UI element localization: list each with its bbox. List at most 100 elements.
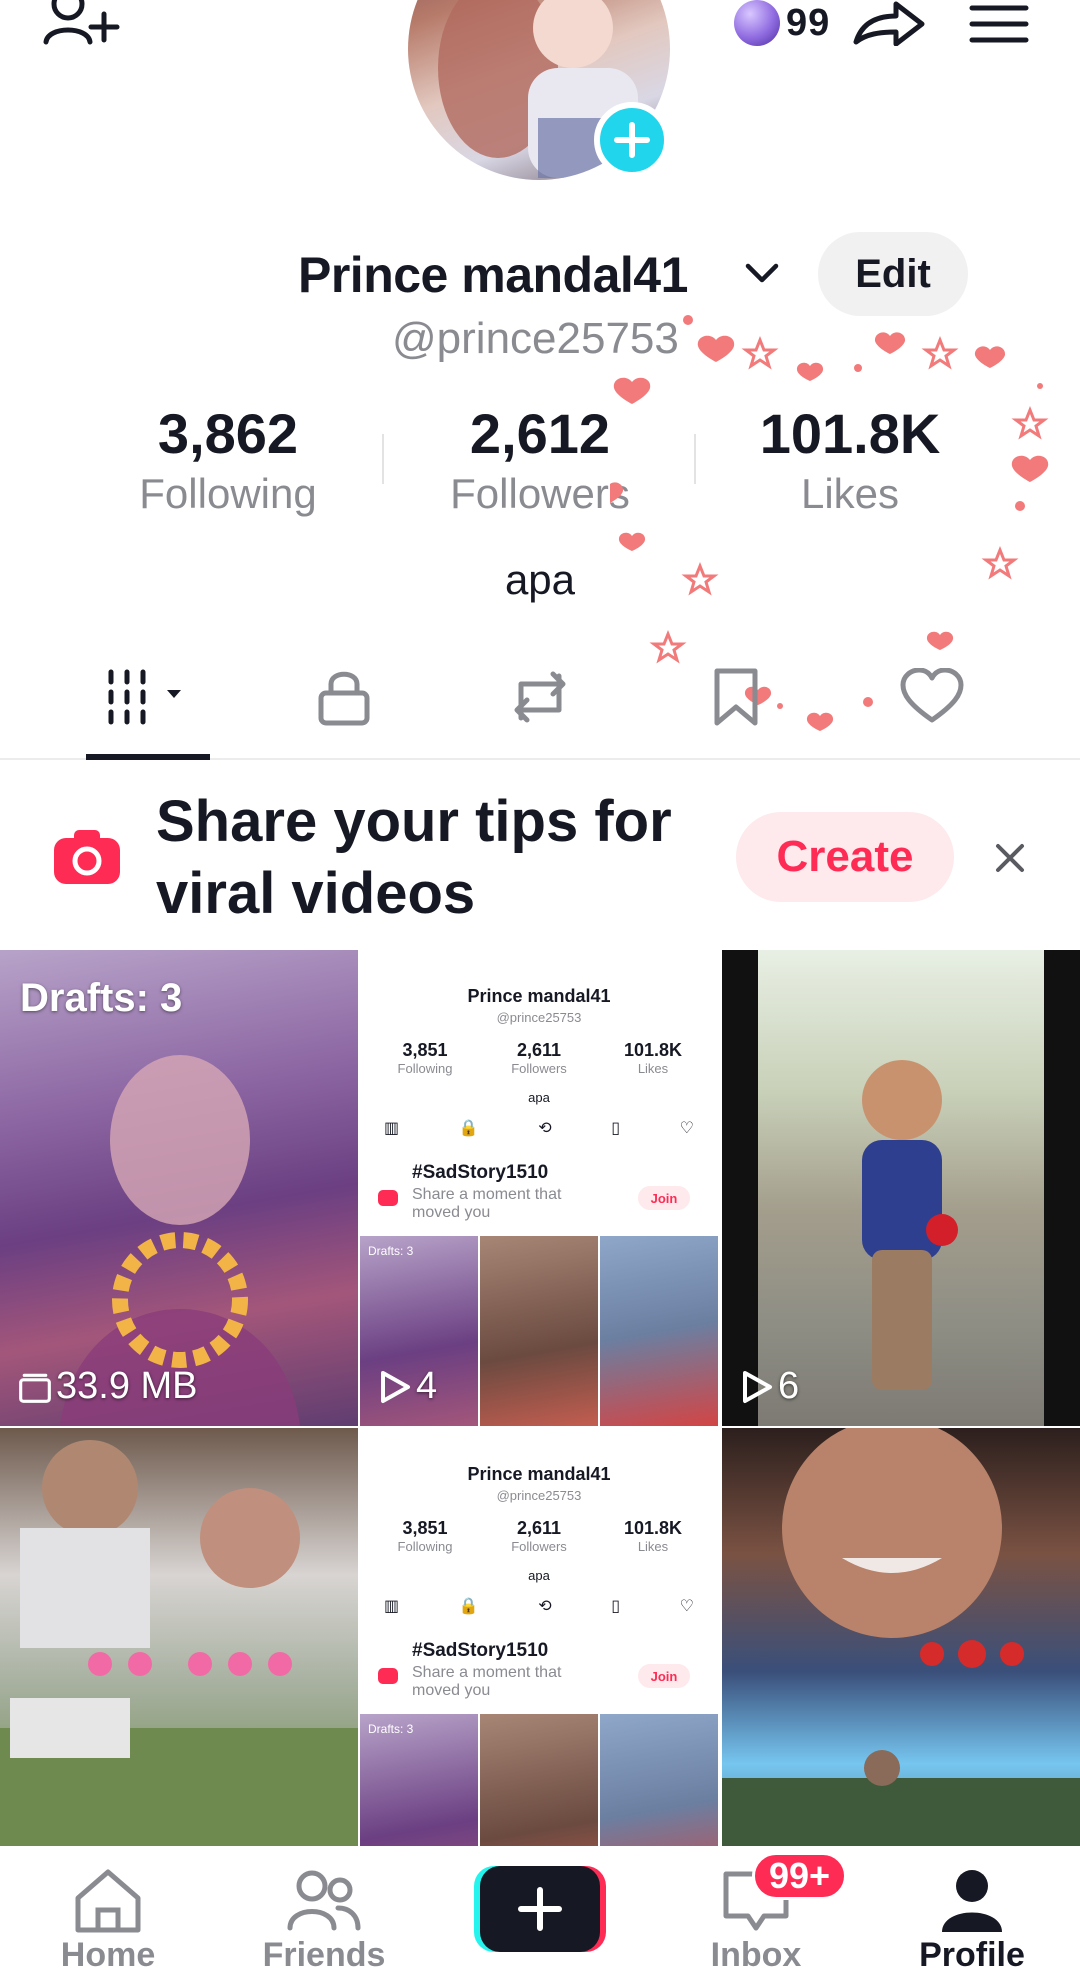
nav-friends[interactable]: Friends <box>224 1846 424 1984</box>
menu-icon[interactable] <box>968 4 1030 44</box>
video-grid: Drafts: 3 33.9 MB Prince mandal41 @princ… <box>0 950 1080 1848</box>
mini-following-label: Following <box>397 1539 453 1554</box>
mini-stats: 3,851 Following 2,611 Followers 101.8K Like… <box>360 1040 718 1080</box>
tab-reposts[interactable] <box>480 662 600 732</box>
drafts-folder-icon <box>19 1373 51 1403</box>
inbox-badge: 99+ <box>752 1852 848 1900</box>
video-tile[interactable] <box>0 1428 358 1848</box>
active-tab-indicator <box>86 754 210 760</box>
lock-icon <box>318 671 370 726</box>
tab-videos[interactable] <box>88 662 208 732</box>
tab-favorites[interactable] <box>676 662 796 732</box>
mini-hashtag: #SadStory1510 <box>412 1640 549 1661</box>
mini-likes: 101.8K <box>623 1040 683 1060</box>
profile-icon <box>942 1870 1002 1932</box>
mini-username: @prince25753 <box>496 1010 582 1025</box>
plus-icon <box>614 122 650 158</box>
close-icon[interactable] <box>990 838 1030 878</box>
promo-text: Share your tips for viral videos <box>156 789 672 926</box>
bottom-nav: Home Friends 99+ Inbox Profile <box>0 1846 1080 1984</box>
mini-join-button: Join <box>638 1664 690 1688</box>
followers-label: Followers <box>450 470 630 517</box>
stat-following[interactable]: 3,862 Following <box>88 400 368 520</box>
stat-likes[interactable]: 101.8K Likes <box>710 400 990 520</box>
drafts-size: 33.9 MB <box>18 1365 198 1408</box>
following-label: Following <box>139 470 317 517</box>
tab-private[interactable] <box>284 662 404 732</box>
mini-camera-icon <box>378 1190 398 1206</box>
drafts-size-value: 33.9 MB <box>56 1365 198 1407</box>
mini-tabs: ▥ 🔒 ⟲ ▯ ♡ <box>384 1120 694 1137</box>
video-tile[interactable] <box>722 1428 1080 1848</box>
mini-display-name: Prince mandal41 <box>467 1464 611 1484</box>
create-plus-body <box>480 1866 600 1952</box>
mini-join-button: Join <box>638 1186 690 1210</box>
mini-username: @prince25753 <box>496 1488 582 1503</box>
video-thumbnail <box>0 1440 358 1848</box>
add-avatar-button[interactable] <box>594 102 670 178</box>
stat-followers[interactable]: 2,612 Followers <box>400 400 680 520</box>
mini-drafts-label: Drafts: 3 <box>368 1722 414 1736</box>
tab-liked[interactable] <box>872 662 992 732</box>
nav-profile[interactable]: Profile <box>872 1846 1072 1984</box>
nav-profile-label: Profile <box>919 1936 1025 1974</box>
create-button[interactable]: Create <box>736 812 954 902</box>
mini-bio: apa <box>528 1090 550 1105</box>
mini-tabs: ▥ 🔒 ⟲ ▯ ♡ <box>384 1598 694 1615</box>
profile-name-row: Prince mandal41 Edit <box>0 232 1080 316</box>
mini-thumbs <box>360 1714 718 1848</box>
mini-bio: apa <box>528 1568 550 1583</box>
video-tile[interactable]: 6 <box>722 950 1080 1426</box>
nav-inbox-label: Inbox <box>710 1936 802 1974</box>
likes-count: 101.8K <box>759 402 941 465</box>
profile-stats: 3,862 Following 2,612 Followers 101.8K L… <box>0 400 1080 520</box>
drafts-tile[interactable]: Drafts: 3 33.9 MB <box>0 950 358 1426</box>
share-icon[interactable] <box>852 0 926 46</box>
play-icon <box>743 1370 772 1403</box>
edit-profile-button[interactable]: Edit <box>818 232 968 316</box>
view-count-value: 4 <box>416 1365 438 1407</box>
content-tabs <box>0 650 1080 760</box>
stat-divider <box>694 434 696 484</box>
mini-likes: 101.8K <box>623 1518 683 1538</box>
view-count: 6 <box>740 1365 799 1408</box>
followers-count: 2,612 <box>469 402 611 465</box>
chevron-down-icon[interactable] <box>744 258 780 288</box>
mini-camera-icon <box>378 1668 398 1684</box>
coins-count: 99 <box>786 1 831 44</box>
nav-home[interactable]: Home <box>8 1846 208 1984</box>
add-friend-icon[interactable] <box>40 0 120 50</box>
mini-likes-label: Likes <box>637 1539 669 1554</box>
create-video-button[interactable] <box>474 1866 606 1952</box>
mini-followers: 2,611 <box>516 1040 562 1060</box>
video-thumbnail <box>722 950 1080 1426</box>
mini-subtitle: Share a moment that moved you <box>412 1664 562 1699</box>
mini-likes-label: Likes <box>637 1061 669 1076</box>
username: @prince25753 <box>392 314 679 363</box>
mini-following: 3,851 <box>402 1518 448 1538</box>
draft-thumbnail <box>60 1055 300 1426</box>
mini-followers: 2,611 <box>516 1518 562 1538</box>
stat-divider <box>382 434 384 484</box>
camera-icon <box>54 830 120 884</box>
likes-label: Likes <box>800 470 900 517</box>
mini-followers-label: Followers <box>511 1539 567 1554</box>
mini-following: 3,851 <box>402 1040 448 1060</box>
mini-drafts-label: Drafts: 3 <box>368 1244 414 1258</box>
repost-icon <box>514 671 566 723</box>
nav-home-label: Home <box>60 1936 156 1974</box>
profile-bio: apa <box>504 556 576 603</box>
nav-inbox[interactable]: 99+ Inbox <box>656 1846 856 1984</box>
profile-avatar[interactable] <box>408 0 670 180</box>
bookmark-icon <box>714 668 758 726</box>
video-tile[interactable]: Prince mandal41 @prince25753 3,851 Follow… <box>360 950 718 1426</box>
display-name[interactable]: Prince mandal41 <box>298 246 688 304</box>
coin-icon <box>734 0 780 46</box>
mini-subtitle: Share a moment that moved you <box>412 1186 562 1221</box>
view-count-value: 6 <box>778 1365 800 1407</box>
mini-following-label: Following <box>397 1061 453 1076</box>
following-count: 3,862 <box>157 402 299 465</box>
coins-balance[interactable]: 99 <box>734 0 830 46</box>
video-thumbnail <box>722 1428 1080 1848</box>
video-tile[interactable]: Prince mandal41 @prince25753 3,851 Follow… <box>360 1428 718 1848</box>
